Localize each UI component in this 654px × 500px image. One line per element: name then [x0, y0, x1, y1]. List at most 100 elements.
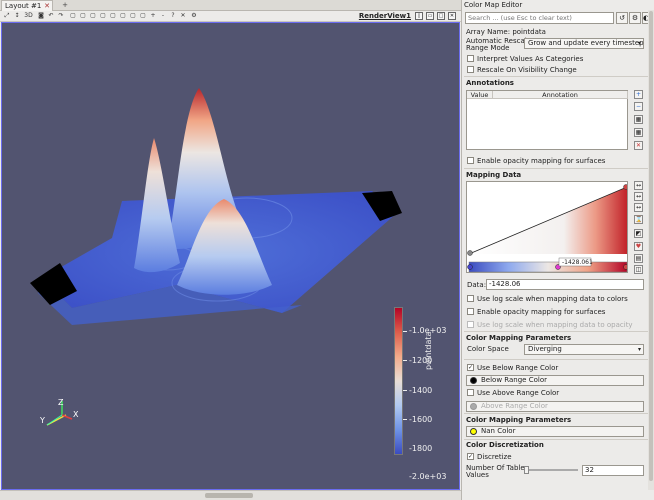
table-values-input[interactable]: 32 [582, 465, 644, 476]
below-range-color-button[interactable]: Below Range Color [466, 375, 644, 386]
split-horizontal-icon[interactable]: ▯ [415, 12, 423, 20]
select-points-icon[interactable]: ▢ [79, 12, 87, 20]
layout-area: Layout #1 ✕ + ⤢ ↕ 3D ◙ ↶ ↷ ▢ ▢ ▢ ▢ ▢ ▢ ▢… [0, 0, 461, 500]
save-preset-icon[interactable]: ▤ [634, 254, 643, 263]
opacity-curve [467, 184, 627, 272]
transfer-function-editor[interactable]: -1428.061 [466, 181, 628, 273]
tab-layout-1[interactable]: Layout #1 ✕ [1, 0, 53, 11]
discretize-checkbox[interactable]: ✓ [467, 453, 474, 460]
log-scale-checkbox[interactable] [467, 295, 474, 302]
interpret-categories-checkbox[interactable] [467, 55, 474, 62]
opacity-surfaces-2-label: Enable opacity mapping for surfaces [477, 308, 606, 316]
mapping-header: Mapping Data [466, 171, 522, 179]
maximize-icon[interactable]: □ [437, 12, 445, 20]
below-range-toggle-label: Use Below Range Color [477, 364, 559, 372]
data-label: Data: [467, 281, 487, 289]
add-icon[interactable]: + [634, 90, 643, 99]
col-annotation[interactable]: Annotation [493, 91, 628, 99]
log-opacity-checkbox[interactable] [467, 321, 474, 328]
color-legend-bar [394, 307, 403, 455]
legend-label-min: -2.0e+03 [409, 472, 447, 481]
data-value-input[interactable]: -1428.06 [486, 279, 644, 290]
above-range-toggle-label: Use Above Range Color [477, 389, 560, 397]
surface-plot: Z Y X [30, 88, 402, 426]
horizontal-scrollbar[interactable] [0, 490, 461, 500]
close-view-icon[interactable]: ✕ [448, 12, 456, 20]
remove-icon[interactable]: − [634, 102, 643, 111]
add-tab-icon[interactable]: + [58, 0, 72, 11]
nan-color-button[interactable]: Nan Color [466, 426, 644, 437]
query-icon[interactable]: ? [169, 12, 177, 20]
opacity-surfaces-2-checkbox[interactable] [467, 308, 474, 315]
close-icon[interactable]: ✕ [44, 1, 50, 11]
cmp-header-1: Color Mapping Parameters [466, 334, 572, 342]
select-block-icon[interactable]: ▢ [109, 12, 117, 20]
rescale-data-icon[interactable]: ↔ [634, 192, 643, 201]
table-values-slider[interactable] [524, 466, 578, 474]
interpret-categories-label: Interpret Values As Categories [477, 55, 584, 63]
select-cells-icon[interactable]: ▢ [69, 12, 77, 20]
log-opacity-label: Use log scale when mapping data to opaci… [477, 321, 633, 329]
reset-icon[interactable]: ↺ [616, 12, 628, 24]
color-space-label: Color Space [467, 345, 509, 353]
settings-gear-icon[interactable]: ⚙ [190, 12, 198, 20]
rescale-temporal-icon[interactable]: ⌛ [634, 215, 643, 224]
discretization-header: Color Discretization [466, 441, 544, 449]
hover-points-icon[interactable]: ▢ [129, 12, 137, 20]
col-value[interactable]: Value [467, 91, 493, 99]
cmp-header-2: Color Mapping Parameters [466, 416, 572, 424]
marker-value-label: -1428.061 [562, 259, 593, 266]
3d-mode-icon[interactable]: 3D [23, 12, 34, 20]
tab-label: Layout #1 [5, 2, 42, 10]
delete-icon[interactable]: ✕ [634, 141, 643, 150]
select-polygon-icon[interactable]: ▢ [99, 12, 107, 20]
render-view[interactable]: Z Y X [1, 22, 460, 490]
panel-scrollbar[interactable] [648, 10, 654, 490]
search-input[interactable] [465, 12, 614, 24]
below-range-checkbox[interactable]: ✓ [467, 364, 474, 371]
slider-handle[interactable] [524, 466, 529, 474]
shrink-selection-icon[interactable]: - [159, 12, 167, 20]
camera-redo-icon[interactable]: ↷ [57, 12, 65, 20]
camera-icon[interactable]: ◙ [37, 12, 45, 20]
color-space-select[interactable]: Diverging ▾ [524, 344, 644, 355]
gear-icon[interactable]: ⚙ [629, 12, 641, 24]
camera-undo-icon[interactable]: ↶ [47, 12, 55, 20]
clear-selection-icon[interactable]: ✕ [179, 12, 187, 20]
add-active-values-icon[interactable]: ▦ [634, 115, 643, 124]
array-name: Array Name: pointdata [466, 28, 546, 36]
presets-heart-icon[interactable]: ♥ [634, 242, 643, 251]
color-map-editor-panel: Color Map Editor ↺ ⚙ ◐ Array Name: point… [461, 0, 654, 500]
scrollbar-thumb[interactable] [205, 493, 253, 498]
rescale-visibility-checkbox[interactable] [467, 66, 474, 73]
choose-preset-icon[interactable]: ◫ [634, 265, 643, 274]
panel-title: Color Map Editor [464, 1, 523, 9]
legend-label: -1400 [409, 386, 433, 395]
table-values-label-2: Values [466, 471, 489, 479]
interaction-mode-icon[interactable]: ↕ [13, 12, 21, 20]
grow-selection-icon[interactable]: + [149, 12, 157, 20]
legend-title: pointdata [424, 331, 433, 370]
rescale-custom-icon[interactable]: ↔ [634, 181, 643, 190]
invert-icon[interactable]: ◩ [634, 229, 643, 238]
annotations-header: Annotations [466, 79, 514, 87]
reset-camera-icon[interactable]: ⤢ [3, 12, 11, 20]
auto-rescale-select[interactable]: Grow and update every timestep ▾ [524, 38, 644, 49]
axis-z-label: Z [58, 398, 64, 407]
opacity-surfaces-checkbox[interactable] [467, 157, 474, 164]
rescale-visible-icon[interactable]: ↔ [634, 203, 643, 212]
yellow-swatch-icon [470, 428, 477, 435]
scrollbar-thumb[interactable] [649, 11, 653, 481]
add-visible-values-icon[interactable]: ▦ [634, 128, 643, 137]
legend-label: -1600 [409, 415, 433, 424]
hover-cells-icon[interactable]: ▢ [139, 12, 147, 20]
split-vertical-icon[interactable]: ▭ [426, 12, 434, 20]
select-frustum-icon[interactable]: ▢ [89, 12, 97, 20]
annotations-table[interactable]: Value Annotation [466, 90, 628, 150]
above-range-checkbox[interactable] [467, 389, 474, 396]
view-title: RenderView1 [358, 12, 411, 20]
above-range-color-button[interactable]: Above Range Color [466, 401, 644, 412]
interactive-select-icon[interactable]: ▢ [119, 12, 127, 20]
chevron-down-icon: ▾ [637, 40, 641, 47]
opacity-surfaces-label: Enable opacity mapping for surfaces [477, 157, 606, 165]
